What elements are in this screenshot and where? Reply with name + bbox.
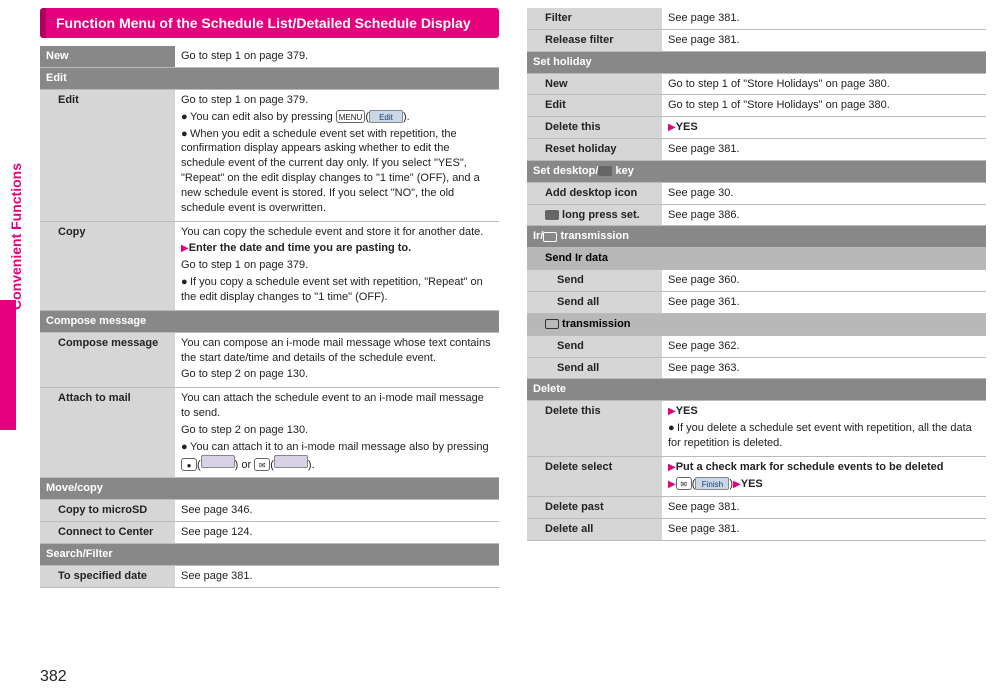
hdel-label: Delete this xyxy=(527,117,662,139)
page-number: 382 xyxy=(40,668,67,686)
row-filter: Filter See page 381. xyxy=(527,8,986,29)
softkey-blank2-icon xyxy=(274,455,308,468)
right-table: Filter See page 381. Release filter See … xyxy=(527,8,986,541)
copy-desc: You can copy the schedule event and stor… xyxy=(175,221,499,310)
step-arrow-icon: ▶ xyxy=(668,462,676,473)
movecopy-header: Move/copy xyxy=(40,478,499,500)
row-delselect: Delete select ▶Put a check mark for sche… xyxy=(527,456,986,497)
center-key-icon: ● xyxy=(181,458,197,471)
compose-label: Compose message xyxy=(40,332,175,388)
step-arrow-icon: ▶ xyxy=(668,479,676,490)
right-column: Filter See page 381. Release filter See … xyxy=(527,8,986,588)
ir-send-label: Send xyxy=(527,270,662,292)
center-desc: See page 124. xyxy=(175,522,499,544)
edit-header: Edit xyxy=(40,68,499,90)
edit-label: Edit xyxy=(40,89,175,221)
ic-glyph-icon xyxy=(545,319,559,329)
row-attach: Attach to mail You can attach the schedu… xyxy=(40,388,499,478)
irtrans-header: Ir/ transmission xyxy=(527,226,986,248)
step-arrow-icon: ▶ xyxy=(668,406,676,417)
sendir-header: Send Ir data xyxy=(527,248,986,270)
left-column: Function Menu of the Schedule List/Detai… xyxy=(40,8,499,588)
microsd-desc: See page 346. xyxy=(175,500,499,522)
searchfilter-header: Search/Filter xyxy=(40,543,499,565)
deskicon-label: Add desktop icon xyxy=(527,182,662,204)
delall-label: Delete all xyxy=(527,519,662,541)
key-glyph-icon xyxy=(545,210,559,220)
new-label: New xyxy=(40,46,175,67)
filter-label: Filter xyxy=(527,8,662,29)
release-desc: See page 381. xyxy=(662,29,986,51)
ir-sendall-label: Send all xyxy=(527,291,662,313)
softkey-edit-icon: Edit xyxy=(369,110,403,123)
delpast-label: Delete past xyxy=(527,497,662,519)
ic-sendall-label: Send all xyxy=(527,357,662,379)
row-microsd: Copy to microSD See page 346. xyxy=(40,500,499,522)
key-glyph-icon xyxy=(598,166,612,176)
ic-glyph-icon xyxy=(543,232,557,242)
row-edit: Edit Go to step 1 on page 379. ●You can … xyxy=(40,89,499,221)
mail-key-icon: ✉ xyxy=(254,458,270,471)
page-title: Function Menu of the Schedule List/Detai… xyxy=(40,8,499,38)
row-tospec: To specified date See page 381. xyxy=(40,565,499,587)
delselect-label: Delete select xyxy=(527,456,662,497)
softkey-finish-icon: Finish xyxy=(695,477,729,490)
edit-p1: Go to step 1 on page 379. xyxy=(181,93,493,108)
edit-p2: ●You can edit also by pressing MENU(Edit… xyxy=(181,110,493,125)
center-label: Connect to Center xyxy=(40,522,175,544)
edit-desc: Go to step 1 on page 379. ●You can edit … xyxy=(175,89,499,221)
row-new: New Go to step 1 on page 379. xyxy=(40,46,499,67)
filter-desc: See page 381. xyxy=(662,8,986,29)
setdesktop-header: Set desktop/ key xyxy=(527,160,986,182)
step-arrow-icon: ▶ xyxy=(181,243,189,254)
mail-key-icon: ✉ xyxy=(676,477,692,490)
edit-p3: ●When you edit a schedule event set with… xyxy=(181,127,493,216)
row-compose: Compose message You can compose an i-mod… xyxy=(40,332,499,388)
step-arrow-icon: ▶ xyxy=(733,479,741,490)
new-desc: Go to step 1 on page 379. xyxy=(175,46,499,67)
setholiday-header: Set holiday xyxy=(527,51,986,73)
release-label: Release filter xyxy=(527,29,662,51)
menu-key-icon: MENU xyxy=(336,110,366,123)
side-tab xyxy=(0,300,16,430)
page-columns: Function Menu of the Schedule List/Detai… xyxy=(0,0,1004,588)
step-arrow-icon: ▶ xyxy=(668,122,676,133)
ictrans-header: transmission xyxy=(527,313,986,335)
row-copy: Copy You can copy the schedule event and… xyxy=(40,221,499,310)
compose-header: Compose message xyxy=(40,310,499,332)
softkey-blank1-icon xyxy=(201,455,235,468)
ic-send-label: Send xyxy=(527,335,662,357)
longpress-label: long press set. xyxy=(527,204,662,226)
row-release: Release filter See page 381. xyxy=(527,29,986,51)
copy-label: Copy xyxy=(40,221,175,310)
row-delthis: Delete this ▶YES ●If you delete a schedu… xyxy=(527,401,986,457)
left-table: New Go to step 1 on page 379. Edit Edit … xyxy=(40,46,499,587)
hreset-label: Reset holiday xyxy=(527,139,662,161)
tospec-desc: See page 381. xyxy=(175,565,499,587)
hedit-label: Edit xyxy=(527,95,662,117)
hnew-label: New xyxy=(527,73,662,95)
sidebar-category-label: Convenient Functions xyxy=(8,163,24,310)
row-center: Connect to Center See page 124. xyxy=(40,522,499,544)
attach-label: Attach to mail xyxy=(40,388,175,478)
delthis-label: Delete this xyxy=(527,401,662,457)
delete-header: Delete xyxy=(527,379,986,401)
tospec-label: To specified date xyxy=(40,565,175,587)
microsd-label: Copy to microSD xyxy=(40,500,175,522)
